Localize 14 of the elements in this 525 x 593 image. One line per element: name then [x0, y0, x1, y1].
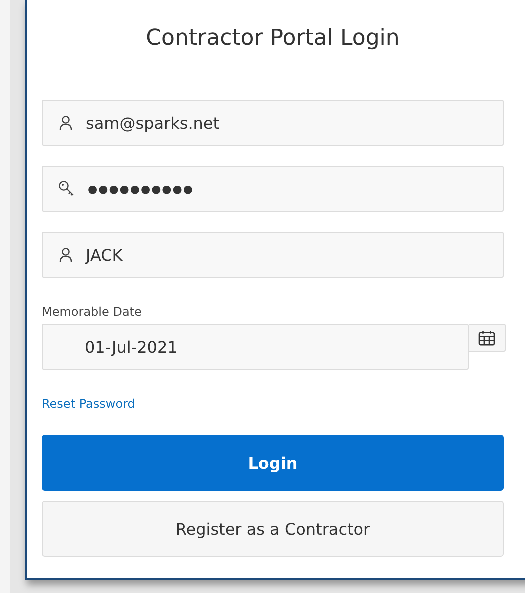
register-button[interactable]: Register as a Contractor	[42, 501, 504, 557]
username-field[interactable]: sam@sparks.net	[42, 100, 504, 146]
date-field[interactable]: 01-Jul-2021	[42, 324, 469, 370]
field-label: Memorable Date	[42, 305, 143, 319]
reset-password-link[interactable]: Reset Password	[42, 397, 136, 411]
page-title: Contractor Portal Login	[145, 25, 401, 53]
password-field[interactable]: ●●●●●●●●●●	[42, 166, 504, 212]
person-icon	[58, 247, 74, 263]
person-icon	[58, 115, 74, 131]
calendar-icon	[478, 330, 496, 346]
calendar-button[interactable]	[469, 324, 506, 352]
username-field[interactable]: JACK	[42, 232, 504, 278]
key-icon	[58, 180, 76, 198]
login-button[interactable]: Login	[42, 435, 504, 491]
